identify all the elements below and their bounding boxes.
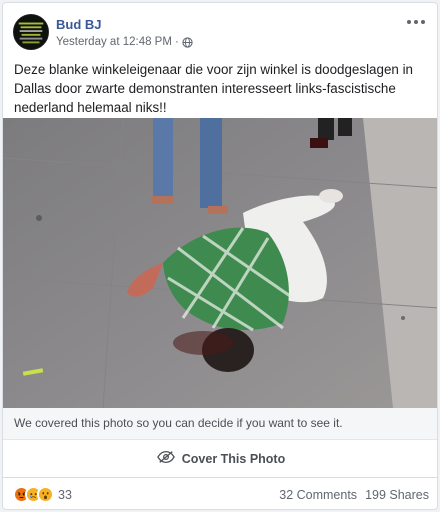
post-timestamp[interactable]: Yesterday at 12:48 PM bbox=[56, 36, 172, 48]
reaction-summary[interactable]: 33 bbox=[13, 486, 72, 503]
avatar[interactable] bbox=[13, 14, 49, 50]
comments-count-link[interactable]: 32 Comments bbox=[279, 488, 357, 502]
globe-icon[interactable] bbox=[182, 36, 193, 48]
post-photo[interactable] bbox=[3, 118, 437, 408]
cover-photo-label: Cover This Photo bbox=[181, 451, 286, 466]
cover-notice: We covered this photo so you can decide … bbox=[3, 408, 437, 440]
post-text: Deze blanke winkeleigenaar die voor zijn… bbox=[14, 62, 413, 115]
more-options-button[interactable] bbox=[405, 13, 427, 31]
wow-reaction-icon bbox=[37, 486, 54, 503]
avatar-image bbox=[14, 15, 48, 49]
post-meta: Yesterday at 12:48 PM · bbox=[56, 36, 193, 48]
post-footer: 33 32 Comments 199 Shares bbox=[3, 478, 437, 509]
shares-count-link[interactable]: 199 Shares bbox=[365, 488, 429, 502]
more-dot-icon bbox=[421, 20, 425, 24]
eye-slash-icon bbox=[156, 450, 175, 467]
post-header: Bud BJ Yesterday at 12:48 PM · bbox=[3, 3, 437, 55]
more-dot-icon bbox=[414, 20, 418, 24]
more-dot-icon bbox=[407, 20, 411, 24]
reaction-count: 33 bbox=[58, 487, 72, 502]
author-name[interactable]: Bud BJ bbox=[56, 17, 102, 32]
engagement-stats: 32 Comments 199 Shares bbox=[279, 488, 429, 502]
post-card: Bud BJ Yesterday at 12:48 PM · Deze blan… bbox=[2, 2, 438, 510]
meta-separator: · bbox=[174, 36, 179, 48]
photo-image bbox=[3, 118, 437, 408]
cover-photo-button[interactable]: Cover This Photo bbox=[3, 440, 437, 478]
